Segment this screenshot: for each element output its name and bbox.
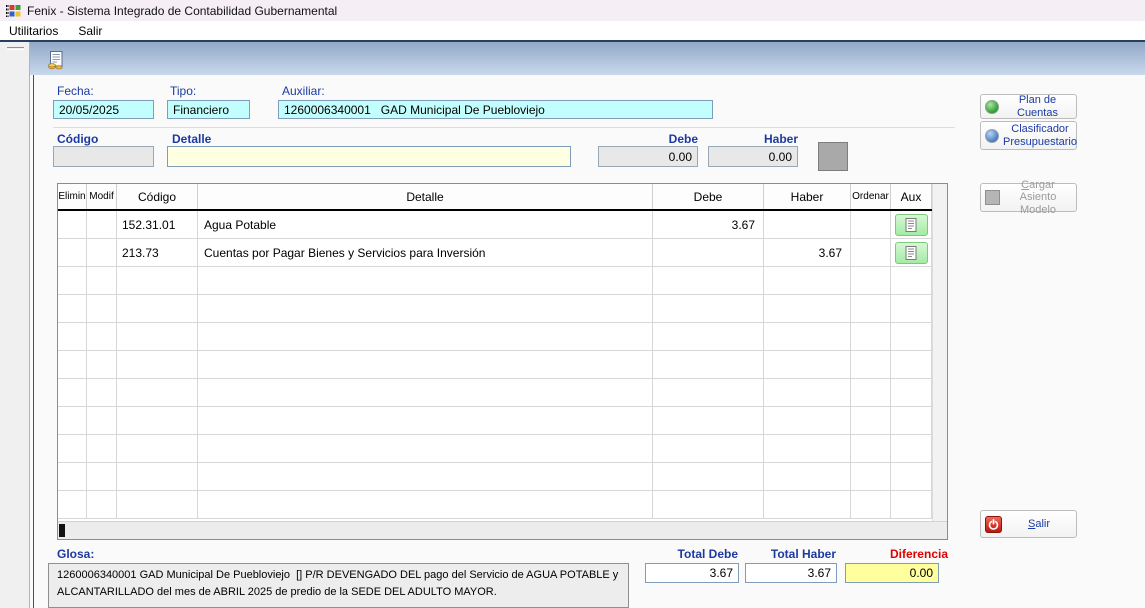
tipo-label: Tipo: [170,84,196,98]
auxiliar-label: Auxiliar: [282,84,325,98]
diferencia-value: 0.00 [845,563,939,583]
document-coins-icon [46,50,66,70]
new-entry-button[interactable] [44,48,68,72]
cell-aux [891,211,932,238]
cell-aux [891,239,932,266]
add-entry-button[interactable] [818,142,848,171]
salir-button[interactable]: Salir [980,510,1077,538]
aux-detail-button[interactable] [895,242,928,264]
salir-label: Salir [1006,518,1072,531]
diferencia-label: Diferencia [848,547,948,561]
table-row-empty [58,351,947,379]
menu-salir[interactable]: Salir [78,24,102,38]
fecha-input[interactable]: 20/05/2025 [53,100,154,119]
cell-elimin [58,239,87,266]
fecha-label: Fecha: [57,84,94,98]
plan-de-cuentas-label: Plan de Cuentas [1003,94,1072,119]
entries-table: Elimin Modif Código Detalle Debe Haber O… [57,183,948,540]
table-row-empty [58,407,947,435]
cell-codigo: 152.31.01 [117,211,198,238]
toolbar [30,42,1145,75]
table-row-empty [58,463,947,491]
windows-logo-icon [5,4,21,18]
column-header-aux: Aux [891,184,932,209]
total-debe-label: Total Debe [640,547,738,561]
table-vertical-scrollbar[interactable] [932,184,947,521]
power-icon [985,516,1002,533]
note-icon [905,218,917,232]
table-header: Elimin Modif Código Detalle Debe Haber O… [58,184,947,211]
haber-entry-input[interactable]: 0.00 [708,146,798,167]
table-row-empty [58,295,947,323]
table-row[interactable]: 213.73 Cuentas por Pagar Bienes y Servic… [58,239,947,267]
panel-splitter-handle[interactable] [7,47,24,50]
cargar-asiento-modelo-label: Cargar Asiento Modelo [1004,179,1072,217]
menu-bar: Utilitarios Salir [0,21,1145,40]
table-row-empty [58,435,947,463]
total-haber-label: Total Haber [740,547,836,561]
title-bar: Fenix - Sistema Integrado de Contabilida… [0,0,1145,21]
form-separator [53,127,955,128]
menu-utilitarios[interactable]: Utilitarios [9,24,58,38]
cell-detalle: Agua Potable [198,211,653,238]
column-header-ordenar: Ordenar [851,184,891,209]
cargar-asiento-modelo-button: Cargar Asiento Modelo [980,183,1077,212]
cell-ordenar [851,211,891,238]
auxiliar-input[interactable]: 1260006340001 GAD Municipal De Pueblovie… [278,100,713,119]
note-icon [905,246,917,260]
column-header-debe: Debe [653,184,764,209]
glosa-textarea[interactable]: 1260006340001 GAD Municipal De Pueblovie… [48,563,629,608]
cell-ordenar [851,239,891,266]
table-empty-rows [58,267,947,519]
cell-modif [87,239,117,266]
table-row-empty [58,323,947,351]
clasificador-presupuestario-button[interactable]: Clasificador Presupuestario [980,121,1077,150]
debe-entry-label: Debe [628,132,698,146]
debe-entry-input[interactable]: 0.00 [598,146,698,167]
app-window: Fenix - Sistema Integrado de Contabilida… [0,0,1145,608]
aux-detail-button[interactable] [895,214,928,236]
cell-haber: 3.67 [764,239,851,266]
left-side-panel [0,42,30,608]
table-horizontal-scrollbar[interactable] [58,521,947,539]
detalle-entry-label: Detalle [172,132,211,146]
total-haber-value: 3.67 [745,563,837,583]
cell-haber [764,211,851,238]
clasificador-presupuestario-label: Clasificador Presupuestario [1003,123,1077,148]
table-row-empty [58,379,947,407]
cell-debe [653,239,764,266]
window-title: Fenix - Sistema Integrado de Contabilida… [27,4,337,18]
hscroll-thumb[interactable] [59,524,65,537]
cell-codigo: 213.73 [117,239,198,266]
plan-de-cuentas-button[interactable]: Plan de Cuentas [980,94,1077,119]
gray-square-icon [985,190,1000,205]
column-header-haber: Haber [764,184,851,209]
glosa-label: Glosa: [57,547,94,561]
content-left-border [33,75,34,608]
column-header-modif: Modif [87,184,117,209]
column-header-elimin: Elimin [58,184,87,209]
cell-detalle: Cuentas por Pagar Bienes y Servicios par… [198,239,653,266]
codigo-entry-label: Código [57,132,98,146]
cell-debe: 3.67 [653,211,764,238]
blue-sphere-icon [985,129,999,143]
codigo-entry-input[interactable] [53,146,154,167]
detalle-entry-input[interactable] [167,146,571,167]
table-row[interactable]: 152.31.01 Agua Potable 3.67 [58,211,947,239]
column-header-codigo: Código [117,184,198,209]
table-row-empty [58,491,947,519]
table-row-empty [58,267,947,295]
column-header-detalle: Detalle [198,184,653,209]
cell-modif [87,211,117,238]
green-sphere-icon [985,100,999,114]
tipo-input[interactable]: Financiero [167,100,250,119]
total-debe-value: 3.67 [645,563,739,583]
cell-elimin [58,211,87,238]
haber-entry-label: Haber [728,132,798,146]
